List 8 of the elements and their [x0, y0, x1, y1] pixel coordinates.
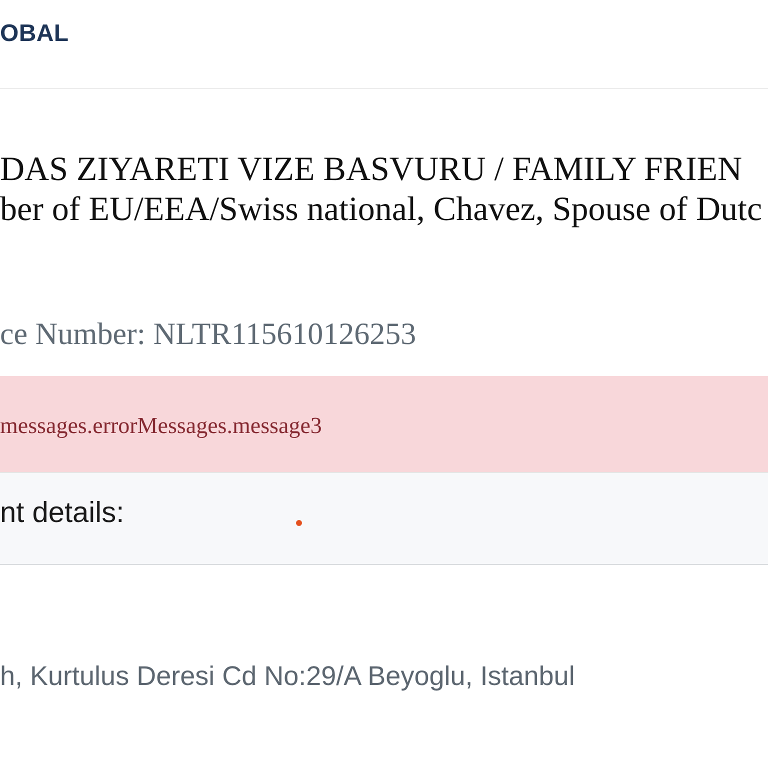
application-title: DAS ZIYARETI VIZE BASVURU / FAMILY FRIEN	[0, 150, 744, 190]
dot-icon	[296, 520, 302, 526]
brand-logo[interactable]: OBAL	[0, 19, 69, 49]
alert-message: messages.errorMessages.message3	[0, 412, 322, 440]
application-title: ber of EU/EEA/Swiss national, Chavez, Spouse of Dutc	[0, 190, 764, 230]
address-text: h, Kurtulus Deresi Cd No:29/A Beyoglu, Istanbul	[0, 660, 575, 692]
reference-number: ce Number: NLTR115610126253	[0, 315, 416, 352]
section-heading: nt details:	[0, 496, 124, 531]
